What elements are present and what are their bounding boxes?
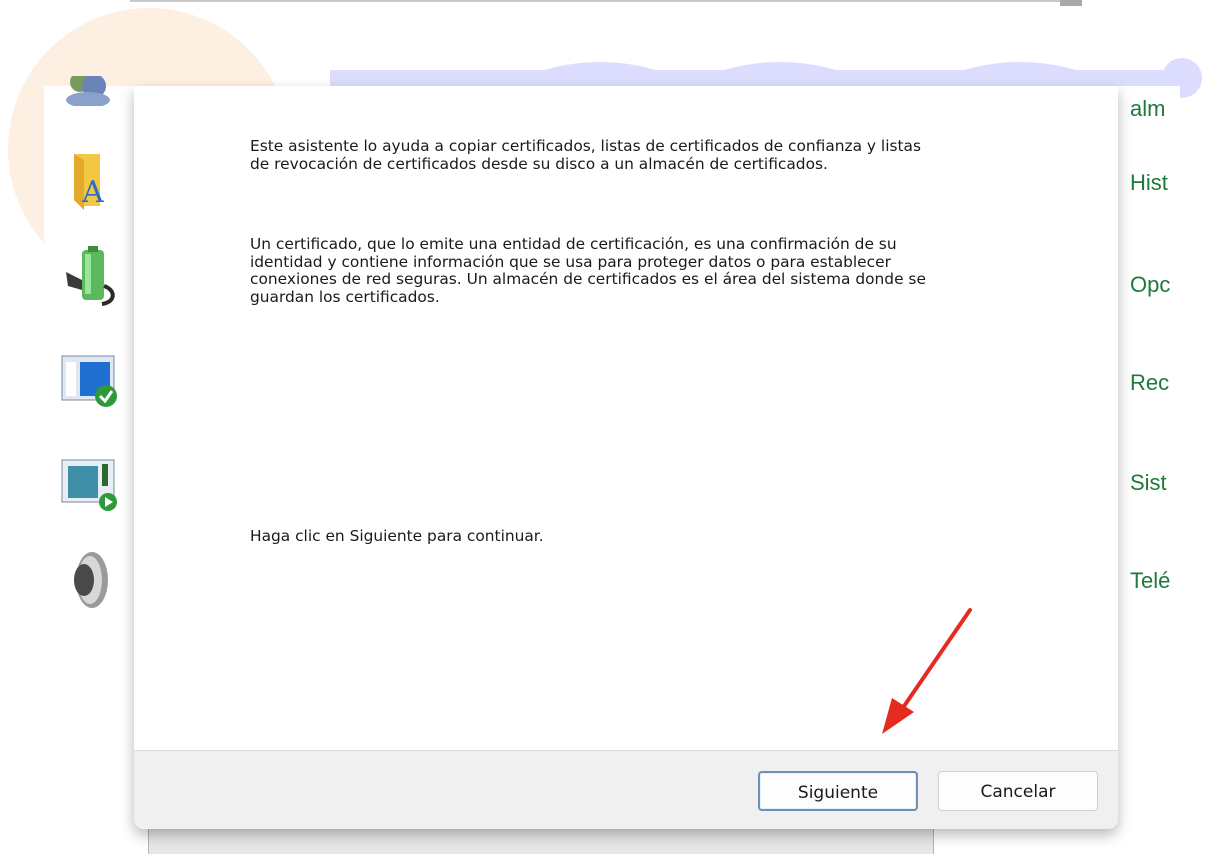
control-panel-links-column: alm Hist Opc Rec Sist Telé (1118, 86, 1180, 854)
wizard-description-text: Un certificado, que lo emite una entidad… (250, 235, 926, 306)
annotation-arrow-icon (882, 608, 972, 734)
wizard-instruction-text: Haga clic en Siguiente para continuar. (250, 527, 544, 545)
background-window-edge (148, 829, 934, 854)
users-icon[interactable] (60, 72, 116, 132)
wizard-button-bar: Siguiente Cancelar (134, 750, 1118, 829)
folder-font-icon[interactable]: A (60, 150, 116, 210)
next-button[interactable]: Siguiente (758, 771, 918, 811)
speaker-icon[interactable] (60, 548, 116, 608)
link-sistema[interactable]: Sist (1130, 470, 1167, 496)
link-almacen[interactable]: alm (1130, 96, 1165, 122)
cancel-button[interactable]: Cancelar (938, 771, 1098, 811)
display-play-icon[interactable] (60, 458, 117, 514)
svg-text:A: A (81, 175, 104, 210)
link-telefono[interactable]: Telé (1130, 568, 1170, 594)
top-window-mark (1060, 0, 1082, 6)
wizard-intro-text: Este asistente lo ayuda a copiar certifi… (250, 137, 921, 173)
top-window-edge (130, 0, 1080, 2)
link-recuperacion[interactable]: Rec (1130, 370, 1169, 396)
link-opciones[interactable]: Opc (1130, 272, 1170, 298)
window-check-icon[interactable] (60, 354, 117, 410)
control-panel-icon-column: A (44, 72, 134, 854)
battery-power-icon[interactable] (60, 246, 116, 306)
link-historial[interactable]: Hist (1130, 170, 1168, 196)
